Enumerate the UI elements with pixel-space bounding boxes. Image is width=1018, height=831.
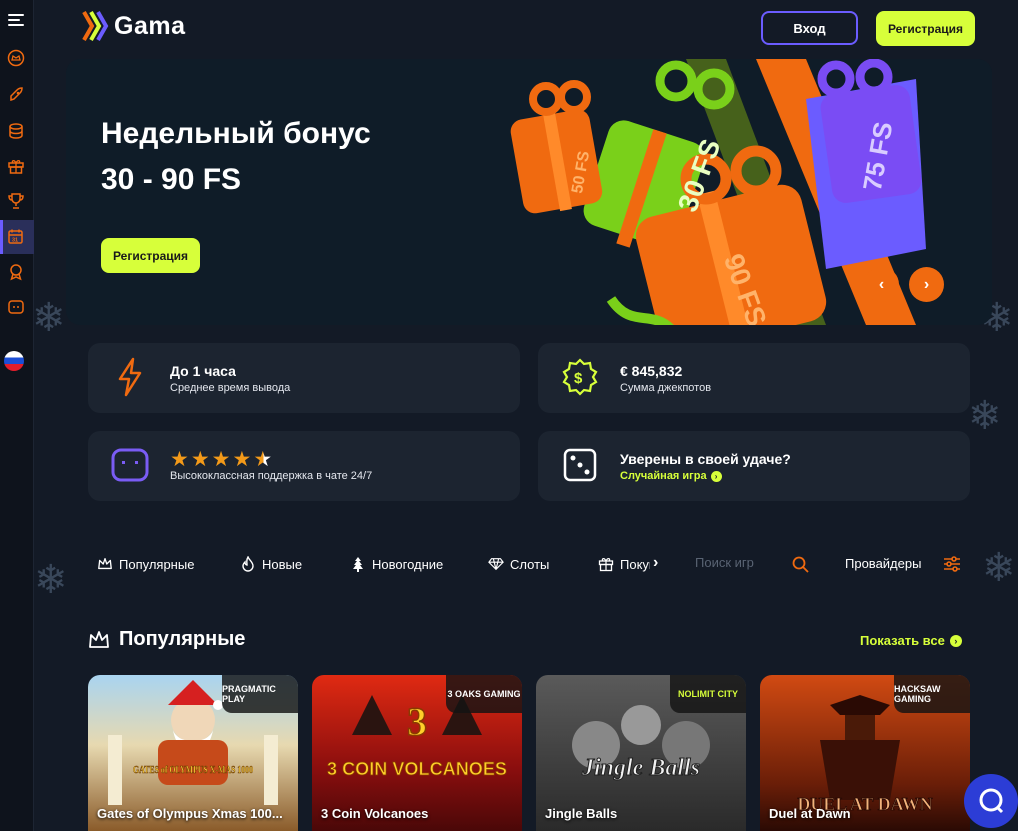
popular-section-title: Популярные [88, 628, 245, 651]
game-card[interactable]: Jingle Balls NOLIMIT CITY Jingle Balls [536, 675, 746, 831]
medal-icon[interactable] [4, 260, 28, 284]
banner-title-line1: Недельный бонус [101, 117, 371, 150]
logo-text: Gama [114, 11, 186, 40]
gift-icon [598, 556, 614, 572]
chevron-right-icon: › [923, 275, 930, 293]
random-game-card[interactable]: Уверены в своей удаче? Случайная игра › [538, 431, 970, 501]
search-icon[interactable] [792, 556, 809, 578]
snowflake-icon: ❄ [968, 394, 1002, 438]
banner-prev-button[interactable]: ‹ [864, 267, 899, 302]
jackpot-subtitle: Сумма джекпотов [620, 382, 712, 394]
svg-text:3: 3 [407, 699, 427, 744]
random-game-title: Уверены в своей удаче? [620, 451, 791, 467]
register-button[interactable]: Регистрация [876, 11, 975, 46]
filter-icon[interactable] [943, 555, 961, 578]
game-art-title: 3 COIN VOLCANOES [327, 759, 507, 779]
provider-badge: 3 OAKS GAMING [446, 675, 522, 713]
banner-register-button[interactable]: Регистрация [101, 238, 200, 273]
random-game-link-label: Случайная игра [620, 470, 707, 482]
game-title: Jingle Balls [545, 806, 618, 821]
star-icon: ★ [232, 448, 252, 471]
arrow-right-circle-icon: › [949, 634, 962, 647]
tab-label: Популярные [119, 556, 195, 572]
login-button[interactable]: Вход [761, 11, 858, 45]
section-title-label: Популярные [119, 628, 246, 650]
support-chat-icon [110, 445, 150, 485]
coins-icon[interactable] [4, 119, 28, 143]
game-title: 3 Coin Volcanoes [321, 806, 429, 821]
language-flag-icon[interactable] [4, 351, 24, 371]
rocket-icon[interactable] [4, 83, 28, 107]
game-title: Duel at Dawn [769, 806, 851, 821]
show-all-label: Показать все [860, 633, 945, 648]
tab-buy[interactable]: Покуп [598, 556, 650, 572]
snowflake-icon: ❄ [982, 546, 1016, 590]
half-star-icon: ★ [253, 448, 273, 471]
support-subtitle: Высококлассная поддержка в чате 24/7 [170, 470, 373, 482]
tab-label: Слоты [510, 556, 550, 572]
random-game-link[interactable]: Случайная игра › [620, 470, 722, 482]
gift-icon[interactable] [4, 154, 28, 178]
chat-icon [979, 788, 1004, 814]
live-chat-button[interactable] [964, 774, 1018, 828]
snowflake-icon: ❄ [34, 558, 68, 602]
trophy-icon[interactable] [4, 189, 28, 213]
banner-title-line2: 30 - 90 FS [101, 163, 242, 196]
star-icon: ★ [211, 448, 231, 471]
calendar-icon[interactable]: 31 [4, 225, 28, 249]
diamond-icon [488, 556, 504, 572]
tab-label: Новогодние [372, 556, 444, 572]
star-icon: ★ [190, 448, 210, 471]
game-card[interactable]: GATES of OLYMPUS X-MAS 1000 PRAGMATIC PL… [88, 675, 298, 831]
payout-subtitle: Среднее время вывода [170, 382, 291, 394]
crown-icon [97, 556, 113, 572]
logo-mark-icon [82, 11, 109, 41]
flame-icon [240, 556, 256, 572]
tab-label: Покуп [620, 556, 650, 572]
search-input[interactable]: Поиск игр [695, 555, 754, 570]
tab-label: Новые [262, 556, 303, 572]
svg-text:$: $ [574, 370, 583, 387]
tab-popular[interactable]: Популярные [97, 556, 194, 572]
show-all-link[interactable]: Показать все › [860, 633, 962, 648]
game-card[interactable]: DUEL AT DAWN HACKSAW GAMING Duel at Dawn [760, 675, 970, 831]
provider-badge: PRAGMATIC PLAY [222, 675, 298, 713]
chevron-left-icon: ‹ [878, 275, 885, 293]
support-rating: ★ ★ ★ ★ ★ [170, 449, 272, 470]
tab-newyear[interactable]: Новогодние [350, 556, 443, 572]
support-card: ★ ★ ★ ★ ★ Высококлассная поддержка в чат… [88, 431, 520, 501]
game-art-title: Jingle Balls [581, 755, 700, 781]
star-icon: ★ [170, 448, 189, 471]
crown-icon[interactable] [4, 46, 28, 70]
payout-card: До 1 часа Среднее время вывода [88, 343, 520, 413]
game-card[interactable]: 3 3 COIN VOLCANOES 3 OAKS GAMING 3 Coin … [312, 675, 522, 831]
crown-icon [89, 630, 109, 648]
dollar-badge-icon: $ [560, 357, 600, 397]
provider-badge: HACKSAW GAMING [894, 675, 970, 713]
tabs-scroll-right-icon[interactable]: › [653, 554, 658, 572]
provider-badge: NOLIMIT CITY [670, 675, 746, 713]
dice-icon [560, 445, 600, 485]
tab-new[interactable]: Новые [240, 556, 302, 572]
chat-bubble-icon[interactable] [4, 295, 28, 319]
tab-slots[interactable]: Слоты [488, 556, 549, 572]
payout-title: До 1 часа [170, 363, 236, 379]
promo-banner[interactable]: 50 FS 30 FS 75 FS 90 FS Недельный бонус … [66, 59, 992, 325]
game-art-title: GATES of OLYMPUS X-MAS 1000 [133, 764, 253, 776]
jackpot-card: $ € 845,832 Сумма джекпотов [538, 343, 970, 413]
arrow-right-circle-icon: › [710, 470, 722, 482]
logo[interactable]: Gama [82, 10, 185, 42]
menu-icon[interactable] [4, 8, 28, 32]
lightning-icon [110, 357, 150, 397]
banner-title: Недельный бонус 30 - 90 FS [101, 111, 371, 203]
snowflake-icon: ❄ [32, 296, 66, 340]
sidebar: 31 [0, 0, 34, 831]
tree-icon [350, 556, 366, 572]
svg-text:31: 31 [12, 238, 18, 244]
jackpot-amount: € 845,832 [620, 363, 683, 379]
game-title: Gates of Olympus Xmas 100... [97, 806, 283, 821]
providers-button[interactable]: Провайдеры [845, 556, 921, 571]
banner-next-button[interactable]: › [909, 267, 944, 302]
